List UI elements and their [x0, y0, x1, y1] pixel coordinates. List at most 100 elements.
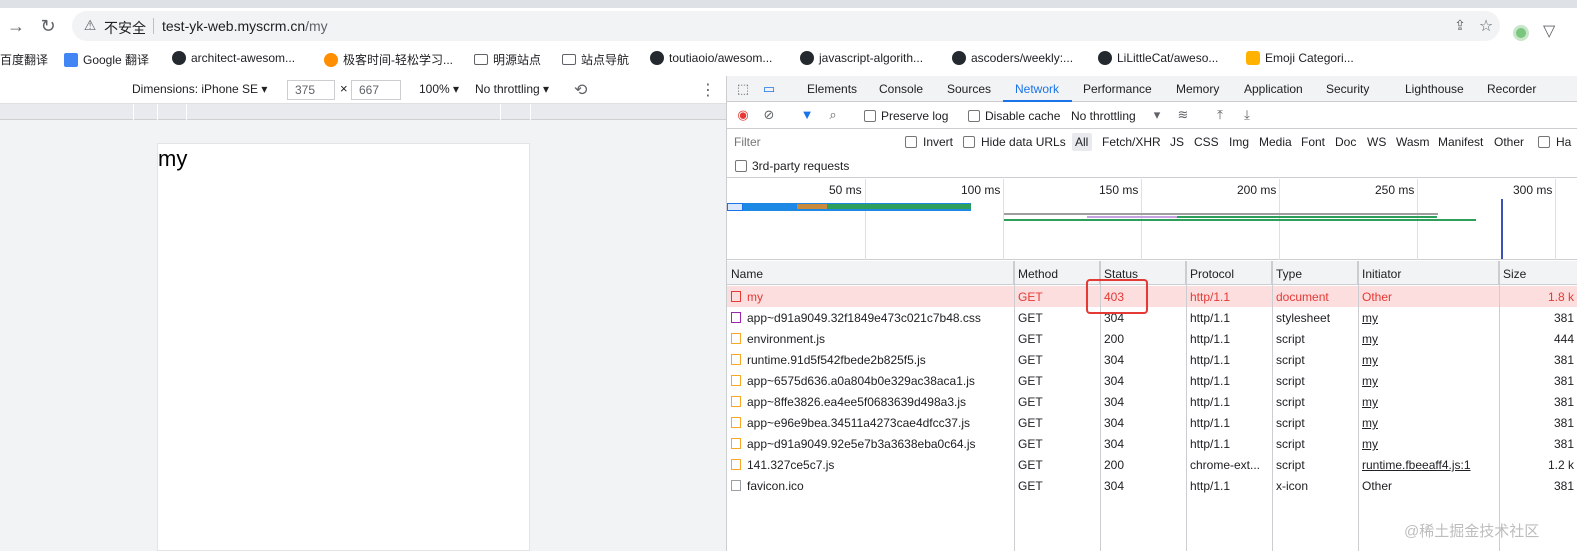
cell-initiator[interactable]: my [1358, 307, 1499, 328]
disable-cache-checkbox[interactable] [968, 110, 980, 122]
clear-icon[interactable]: ⊘ [761, 107, 777, 123]
forward-icon[interactable]: → [6, 16, 26, 36]
table-row[interactable]: app~6575d636.a0a804b0e329ac38aca1.js GET 3… [727, 370, 1577, 391]
share-icon[interactable]: ⇪ [1452, 17, 1468, 35]
inspect-icon[interactable]: ⬚ [735, 81, 751, 97]
device-toggle-icon[interactable]: ▭ [761, 81, 777, 97]
record-stop-icon[interactable]: ◉ [735, 107, 751, 123]
table-row[interactable]: app~d91a9049.92e5e7b3a3638eba0c64.js GET 3… [727, 433, 1577, 454]
tab-memory[interactable]: Memory [1176, 82, 1219, 96]
table-row[interactable]: my GET 403 http/1.1 document Other 1.8 k [727, 286, 1577, 307]
type-filter-all[interactable]: All [1075, 135, 1088, 149]
reload-icon[interactable]: ↻ [38, 16, 58, 36]
bookmark-item[interactable]: 极客时间-轻松学习... [324, 51, 453, 68]
table-row[interactable]: app~e96e9bea.34511a4273cae4dfcc37.js GET 3… [727, 412, 1577, 433]
timeline-label: 150 ms [1099, 183, 1139, 197]
bookmark-item[interactable]: 百度翻译 [0, 51, 48, 68]
tab-recorder[interactable]: Recorder [1487, 82, 1536, 96]
cell-initiator[interactable]: my [1358, 370, 1499, 391]
tab-performance[interactable]: Performance [1083, 82, 1152, 96]
type-filter-fetch[interactable]: Fetch/XHR [1102, 135, 1161, 149]
column-header-protocol[interactable]: Protocol [1186, 261, 1272, 285]
table-row[interactable]: app~d91a9049.32f1849e473c021c7b48.css GET… [727, 307, 1577, 328]
tab-security[interactable]: Security [1326, 82, 1369, 96]
table-row[interactable]: 141.327ce5c7.js GET 200 chrome-ext... script… [727, 454, 1577, 475]
chevron-down-icon[interactable]: ▾ [1149, 107, 1165, 123]
bookmark-item[interactable]: 明源站点 [474, 51, 541, 68]
column-header-initiator[interactable]: Initiator [1358, 261, 1499, 285]
address-bar[interactable]: ⚠ 不安全 test-yk-web.myscrm.cn/my ⇪ ☆ [72, 11, 1500, 41]
bookmark-item[interactable]: toutiaoio/awesom... [650, 51, 772, 65]
tab-network[interactable]: Network [1015, 82, 1059, 96]
network-conditions-icon[interactable]: ≋ [1175, 107, 1191, 123]
tab-sources[interactable]: Sources [947, 82, 991, 96]
extension-icon[interactable] [1513, 25, 1529, 41]
preserve-log-label: Preserve log [881, 109, 949, 123]
third-party-checkbox[interactable] [735, 160, 747, 172]
stylesheet-icon [731, 312, 741, 323]
tab-lighthouse[interactable]: Lighthouse [1405, 82, 1464, 96]
import-har-icon[interactable]: ⤒ [1212, 107, 1228, 123]
bookmark-item[interactable]: LiLittleCat/aweso... [1098, 51, 1218, 65]
device-throttling-select[interactable]: No throttling ▾ [475, 82, 549, 96]
search-icon[interactable]: ⌕ [825, 107, 841, 123]
cell-name: runtime.91d5f542fbede2b825f5.js [727, 349, 1014, 370]
cell-initiator[interactable]: my [1358, 412, 1499, 433]
bookmark-item[interactable]: 站点导航 [562, 51, 629, 68]
cell-initiator[interactable]: my [1358, 349, 1499, 370]
cell-protocol: http/1.1 [1186, 475, 1272, 496]
has-blocked-checkbox[interactable] [1538, 136, 1550, 148]
star-icon[interactable]: ☆ [1477, 16, 1495, 35]
bookmark-item[interactable]: javascript-algorith... [800, 51, 923, 65]
type-filter-wasm[interactable]: Wasm [1396, 135, 1430, 149]
type-filter-css[interactable]: CSS [1194, 135, 1219, 149]
bookmark-item[interactable]: ascoders/weekly:... [952, 51, 1073, 65]
type-filter-ws[interactable]: WS [1367, 135, 1386, 149]
cell-name: 141.327ce5c7.js [727, 454, 1014, 475]
bookmark-item[interactable]: architect-awesom... [172, 51, 295, 65]
table-row[interactable]: environment.js GET 200 http/1.1 script my 444 [727, 328, 1577, 349]
url-text[interactable]: test-yk-web.myscrm.cn/my [162, 18, 328, 34]
device-select[interactable]: Dimensions: iPhone SE ▾ [132, 82, 267, 96]
insecure-label[interactable]: 不安全 [104, 18, 146, 38]
table-row[interactable]: app~8ffe3826.ea4ee5f0683639d498a3.js GET 3… [727, 391, 1577, 412]
type-filter-doc[interactable]: Doc [1335, 135, 1356, 149]
invert-checkbox[interactable] [905, 136, 917, 148]
type-filter-font[interactable]: Font [1301, 135, 1325, 149]
column-header-size[interactable]: Size [1499, 261, 1577, 285]
preserve-log-checkbox[interactable] [864, 110, 876, 122]
bookmark-item[interactable]: Google 翻译 [64, 51, 149, 68]
tab-elements[interactable]: Elements [807, 82, 857, 96]
table-row[interactable]: runtime.91d5f542fbede2b825f5.js GET 304 htt… [727, 349, 1577, 370]
bookmark-item[interactable]: Emoji Categori... [1246, 51, 1354, 65]
hide-data-urls-checkbox[interactable] [963, 136, 975, 148]
warning-icon[interactable]: ⚠ [82, 17, 98, 33]
cell-initiator[interactable]: runtime.fbeeaff4.js:1 [1358, 454, 1499, 475]
export-har-icon[interactable]: ⤓ [1239, 107, 1255, 123]
tab-application[interactable]: Application [1244, 82, 1303, 96]
column-header-name[interactable]: Name [727, 261, 1014, 285]
rotate-icon[interactable]: ⟲ [574, 80, 592, 99]
extension-v-icon[interactable]: ▽ [1543, 21, 1563, 41]
cell-initiator[interactable]: my [1358, 433, 1499, 454]
filter-icon[interactable]: ▼ [799, 107, 815, 123]
more-options-icon[interactable]: ⋮ [700, 80, 716, 99]
type-filter-js[interactable]: JS [1170, 135, 1184, 149]
tab-console[interactable]: Console [879, 82, 923, 96]
table-row[interactable]: favicon.ico GET 304 http/1.1 x-icon Other 381 [727, 475, 1577, 496]
type-filter-manifest[interactable]: Manifest [1438, 135, 1483, 149]
cell-initiator[interactable]: my [1358, 328, 1499, 349]
column-header-type[interactable]: Type [1272, 261, 1358, 285]
width-input[interactable]: 375 [287, 80, 335, 100]
height-input[interactable]: 667 [351, 80, 401, 100]
media-query-ruler[interactable] [0, 104, 726, 120]
cell-initiator[interactable]: my [1358, 391, 1499, 412]
filter-input[interactable] [732, 133, 892, 151]
type-filter-other[interactable]: Other [1494, 135, 1524, 149]
type-filter-img[interactable]: Img [1229, 135, 1249, 149]
cell-text: 304 [1104, 353, 1125, 367]
network-overview[interactable]: 50 ms 100 ms 150 ms 200 ms 250 ms 300 ms [727, 179, 1577, 260]
network-throttling-select[interactable]: No throttling [1071, 109, 1136, 123]
zoom-select[interactable]: 100% ▾ [419, 82, 459, 96]
type-filter-media[interactable]: Media [1259, 135, 1292, 149]
